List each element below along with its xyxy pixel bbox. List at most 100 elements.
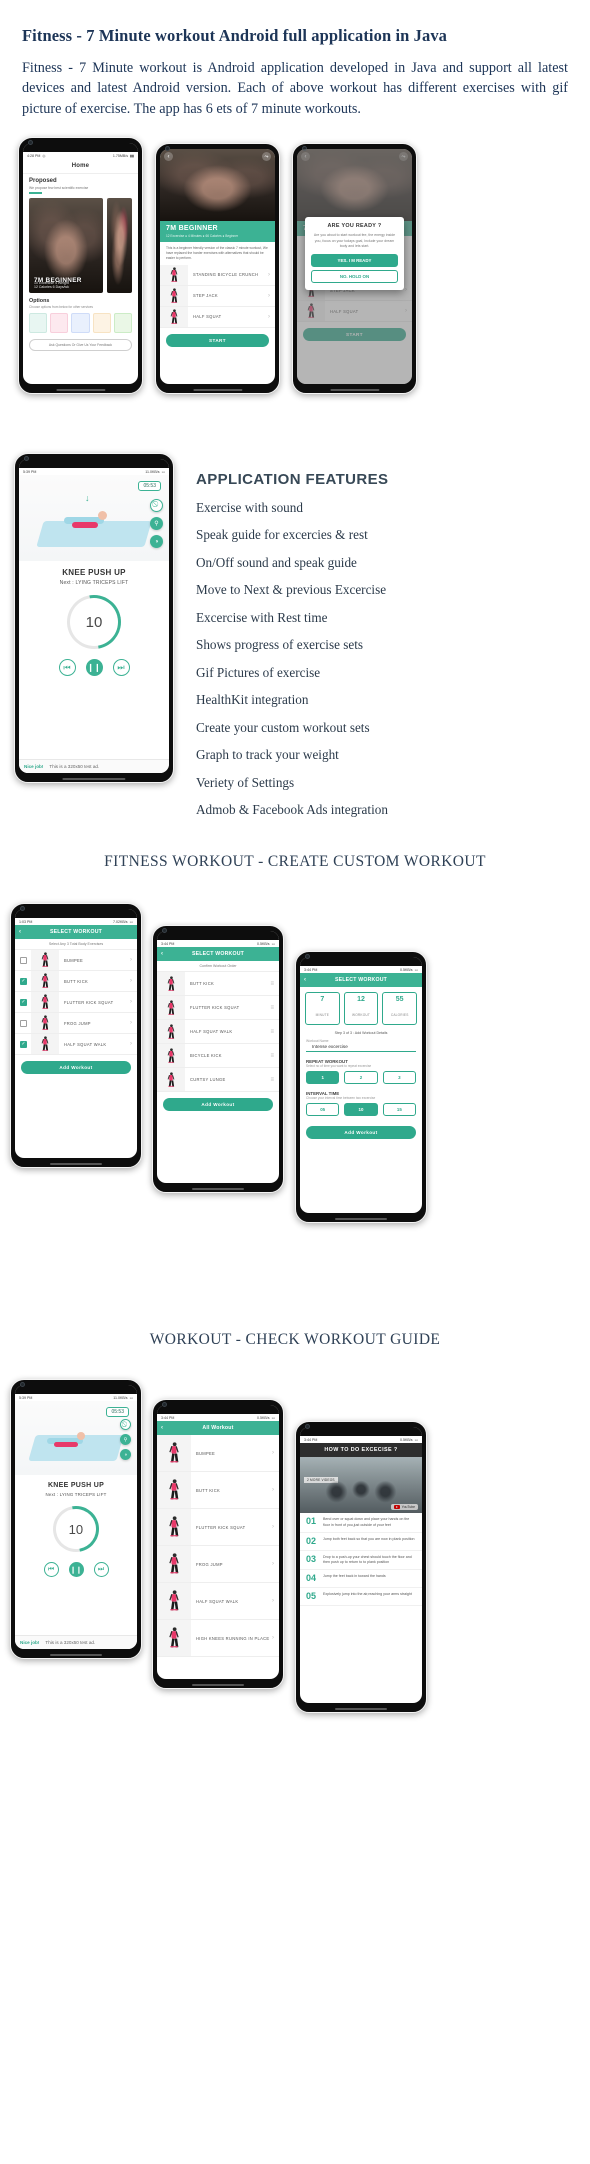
video-thumbnail[interactable]: 2 MORE VIDEOS YouTube (300, 1457, 422, 1514)
hold-on-button[interactable]: NO. HOLD ON (311, 270, 398, 284)
timer-side-controls[interactable]: ⃠ ⚲ ◑ (150, 499, 163, 549)
interval-options[interactable]: 05 10 15 (300, 1103, 422, 1120)
exercise-label: BICYCLE KICK (190, 1053, 222, 1059)
exercise-thumb (160, 306, 188, 327)
status-bar: 3:44 PM 0.5KB/s ▭ (300, 1436, 422, 1444)
workout-name-input[interactable]: Intense excercise (306, 1043, 416, 1053)
workout-row[interactable]: BUMPEE › (157, 1435, 279, 1473)
ad-banner[interactable]: Nice job! This is a 320x50 test ad. (19, 759, 169, 774)
option-history[interactable] (29, 313, 48, 333)
workout-row[interactable]: FROG JUMP › (157, 1546, 279, 1584)
add-workout-button[interactable]: Add Workout (163, 1098, 273, 1112)
option-custom[interactable] (50, 313, 69, 333)
order-row[interactable]: CURTSY LUNGE ≡ (157, 1068, 279, 1093)
drag-handle-icon[interactable]: ≡ (270, 1077, 279, 1083)
option-progress[interactable] (71, 313, 90, 333)
sound-off-icon[interactable]: ⃠ (120, 1419, 131, 1431)
interval-option-15[interactable]: 15 (382, 1103, 416, 1117)
exercise-row[interactable]: STANDING BICYCLE CRUNCH › (160, 264, 275, 286)
next-icon[interactable]: ⏭ (112, 659, 130, 677)
person-icon[interactable]: ⚲ (150, 517, 163, 531)
back-icon[interactable]: ‹ (164, 152, 173, 162)
back-icon[interactable]: ‹ (161, 951, 163, 957)
youtube-label: YouTube (401, 1505, 415, 1510)
order-row[interactable]: BUTT KICK ≡ (157, 972, 279, 997)
appbar-title: SELECT WORKOUT (191, 951, 245, 958)
interval-option-05[interactable]: 05 (306, 1103, 340, 1117)
select-row[interactable]: BUMPEE › (15, 950, 137, 972)
add-workout-button[interactable]: Add Workout (21, 1061, 131, 1075)
repeat-option-3[interactable]: 3 (382, 1071, 416, 1085)
next-icon[interactable]: ⏭ (93, 1562, 109, 1578)
checkbox[interactable] (20, 956, 27, 964)
feature-item: Exercise with sound (196, 499, 303, 515)
share-icon[interactable]: ⤳ (262, 152, 271, 162)
order-row[interactable]: BICYCLE KICK ≡ (157, 1044, 279, 1069)
workout-row[interactable]: HIGH KNEES RUNNING IN PLACE › (157, 1620, 279, 1658)
order-row[interactable]: HALF SQUAT WALK ≡ (157, 1020, 279, 1045)
select-row[interactable]: ✓ FLUTTER KICK SQUAT › (15, 992, 137, 1014)
back-icon[interactable]: ‹ (161, 1425, 163, 1431)
speaker-icon[interactable]: ◑ (120, 1449, 131, 1461)
workout-row[interactable]: HALF SQUAT WALK › (157, 1583, 279, 1621)
select-row[interactable]: ✓ HALF SQUAT WALK › (15, 1034, 137, 1056)
order-row[interactable]: FLUTTER KICK SQUAT ≡ (157, 996, 279, 1021)
drag-handle-icon[interactable]: ≡ (270, 1005, 279, 1011)
status-bar: 5:39 PM 11.0KB/s ▭ (15, 1394, 137, 1402)
exercise-thumb (160, 264, 188, 285)
exercise-label: BUMPEE (64, 957, 84, 963)
exercise-label: FLUTTER KICK SQUAT (196, 1524, 246, 1530)
option-more[interactable] (113, 313, 133, 333)
person-icon[interactable]: ⚲ (120, 1434, 131, 1446)
details-appbar: ‹ SELECT WORKOUT (300, 973, 422, 988)
card-subtitle: 10 Excercise 4 Weight 12 Calories 6 Days… (34, 280, 69, 290)
repeat-option-2[interactable]: 2 (344, 1071, 378, 1085)
repeat-option-1[interactable]: 1 (306, 1071, 340, 1085)
start-button[interactable]: START (166, 333, 269, 347)
select-row[interactable]: FROG JUMP › (15, 1013, 137, 1035)
timer-controls[interactable]: ⏮ ❙❙ ⏭ (15, 1562, 137, 1578)
exercise-row[interactable]: HALF SQUAT › (160, 306, 275, 328)
back-icon[interactable]: ‹ (19, 929, 21, 935)
prev-icon[interactable]: ⏮ (58, 659, 76, 677)
exercise-thumb (157, 1509, 191, 1546)
features-title: APPLICATION FEATURES (196, 471, 389, 489)
back-icon[interactable]: ‹ (304, 977, 306, 983)
select-row[interactable]: ✓ BUTT KICK › (15, 971, 137, 993)
timer-screen-2: 5:39 PM 11.0KB/s▭ 05:53 ⃠ ⚲ ◑ (15, 1385, 137, 1650)
feedback-button[interactable]: Ask Questions Or Give Us Your Feedback (29, 339, 132, 351)
exercise-animation: 05:53 ↓ ⃠ ⚲ ◑ (19, 475, 169, 562)
time-chip: 05:53 (138, 481, 161, 492)
option-settings[interactable] (92, 313, 111, 333)
timer-side-controls[interactable]: ⃠ ⚲ ◑ (120, 1419, 131, 1461)
ad-banner[interactable]: Nice job! This is a 320x50 test ad. (15, 1635, 137, 1650)
status-time: 3:44 PM (161, 1416, 175, 1421)
repeat-options[interactable]: 1 2 3 (300, 1071, 422, 1088)
exercise-thumb (157, 972, 185, 996)
prev-icon[interactable]: ⏮ (43, 1562, 59, 1578)
checkbox[interactable]: ✓ (20, 998, 27, 1006)
timer-controls[interactable]: ⏮ ❙❙ ⏭ (19, 659, 169, 677)
yes-ready-button[interactable]: YES. I M READY (311, 254, 398, 268)
workout-row[interactable]: FLUTTER KICK SQUAT › (157, 1509, 279, 1547)
ad-left-text: Nice job! (24, 764, 44, 770)
exercise-row[interactable]: STEP JACK › (160, 285, 275, 307)
add-workout-button[interactable]: Add Workout (306, 1126, 416, 1140)
drag-handle-icon[interactable]: ≡ (270, 981, 279, 987)
drag-handle-icon[interactable]: ≡ (270, 1053, 279, 1059)
workout-stats: 7 MINUTE 12 WORKOUT 55 CALORIES (300, 987, 422, 1030)
pause-icon[interactable]: ❙❙ (85, 659, 103, 677)
sound-off-icon[interactable]: ⃠ (150, 499, 163, 513)
drag-handle-icon[interactable]: ≡ (270, 1029, 279, 1035)
status-bar: 1:03 PM 7.02KB/s ▭ (15, 918, 137, 926)
interval-option-10[interactable]: 10 (344, 1103, 378, 1117)
checkbox[interactable]: ✓ (20, 977, 27, 985)
speaker-icon[interactable]: ◑ (150, 535, 163, 549)
youtube-badge[interactable]: YouTube (390, 1504, 418, 1511)
checkbox[interactable] (20, 1019, 27, 1027)
workout-row[interactable]: BUTT KICK › (157, 1472, 279, 1510)
pause-icon[interactable]: ❙❙ (68, 1562, 84, 1578)
checkbox[interactable]: ✓ (20, 1040, 27, 1048)
proposed-card-2[interactable] (107, 198, 132, 293)
proposed-card[interactable]: 7M BEGINNER 10 Excercise 4 Weight 12 Cal… (29, 198, 103, 293)
